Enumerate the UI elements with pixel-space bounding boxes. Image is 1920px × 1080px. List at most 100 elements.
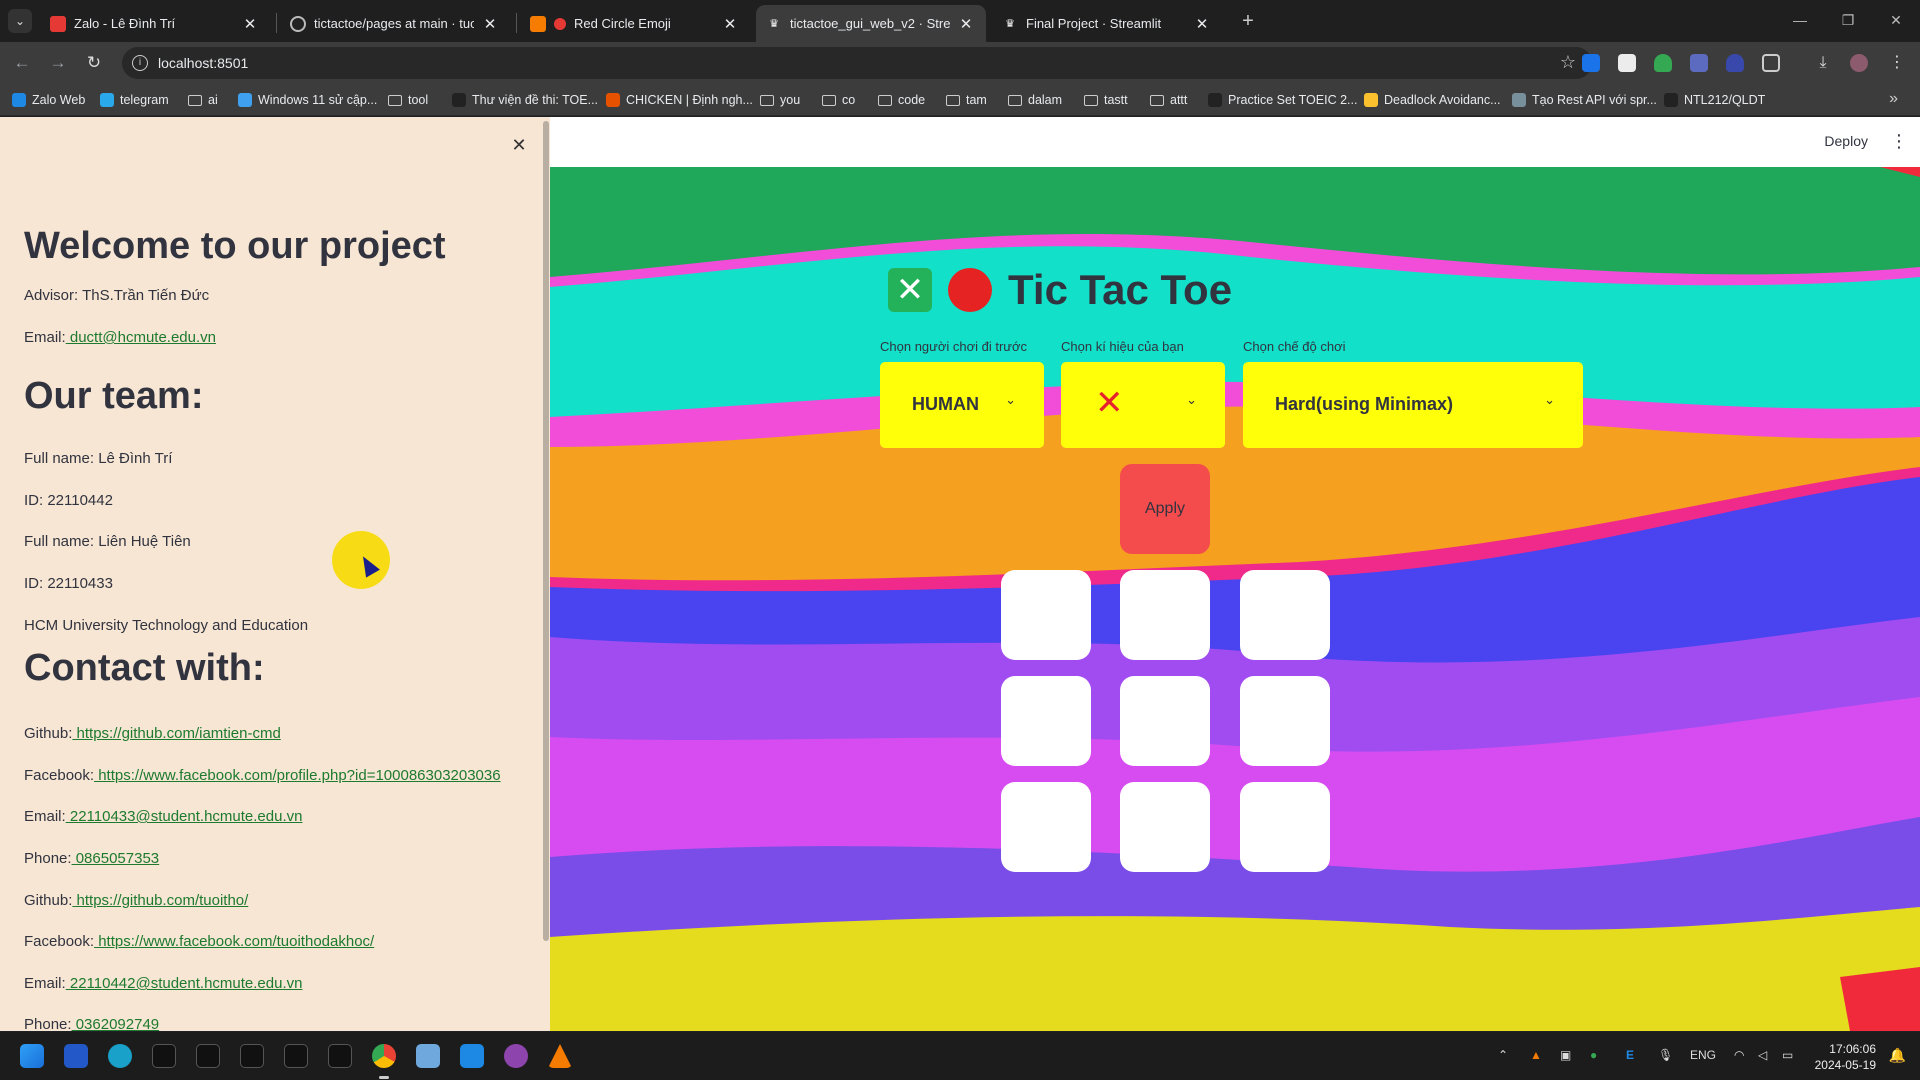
board-cell[interactable]: [1001, 676, 1091, 766]
windows-start-icon[interactable]: [20, 1044, 44, 1068]
bookmark-item[interactable]: code: [878, 90, 925, 110]
board-cell[interactable]: [1240, 782, 1330, 872]
download-icon[interactable]: ⤓: [1814, 54, 1832, 72]
bookmark-star-icon[interactable]: ☆: [1560, 52, 1576, 73]
task-view-icon[interactable]: [64, 1044, 88, 1068]
board-cell[interactable]: [1120, 676, 1210, 766]
bookmark-item[interactable]: you: [760, 90, 800, 110]
board-cell[interactable]: [1240, 676, 1330, 766]
bookmark-item[interactable]: dalam: [1008, 90, 1062, 110]
tiktok-icon[interactable]: [328, 1044, 352, 1068]
language-indicator[interactable]: ENG: [1690, 1048, 1716, 1062]
device-tray-icon[interactable]: ▣: [1560, 1048, 1571, 1062]
advisor-email-link[interactable]: ductt@hcmute.edu.vn: [66, 329, 216, 346]
tiktok-icon[interactable]: [240, 1044, 264, 1068]
contact-link[interactable]: https://github.com/iamtien-cmd: [72, 725, 281, 742]
bookmark-item[interactable]: tastt: [1084, 90, 1128, 110]
symbol-select[interactable]: ✕ ⌄: [1061, 362, 1225, 448]
bookmark-item[interactable]: Deadlock Avoidanc...: [1364, 90, 1501, 110]
deploy-button[interactable]: Deploy: [1824, 133, 1868, 149]
vlc-tray-icon[interactable]: ▲: [1530, 1048, 1542, 1062]
close-tab-icon[interactable]: ✕: [958, 15, 974, 33]
extension-b-icon[interactable]: [1618, 54, 1636, 72]
edge-icon[interactable]: [108, 1044, 132, 1068]
main-menu-icon[interactable]: ⋮: [1890, 129, 1908, 153]
first-player-select[interactable]: HUMAN ⌄: [880, 362, 1044, 448]
close-tab-icon[interactable]: ✕: [242, 15, 258, 33]
photos-icon[interactable]: [416, 1044, 440, 1068]
contact-link[interactable]: 22110442@student.hcmute.edu.vn: [66, 975, 303, 992]
close-tab-icon[interactable]: ✕: [482, 15, 498, 33]
network-app-tray-icon[interactable]: ●: [1590, 1048, 1597, 1062]
forward-icon[interactable]: →: [46, 51, 70, 75]
microphone-icon[interactable]: 🎙: [1658, 1048, 1673, 1062]
contact-link[interactable]: https://www.facebook.com/profile.php?id=…: [94, 767, 500, 784]
profile-avatar[interactable]: [1850, 54, 1868, 72]
bookmark-item[interactable]: Zalo Web: [12, 90, 85, 110]
tab-red-circle-emoji[interactable]: Red Circle Emoji ✕: [520, 5, 750, 42]
tray-overflow-icon[interactable]: ⌃: [1498, 1048, 1508, 1062]
apply-button[interactable]: Apply: [1120, 464, 1210, 554]
close-sidebar-icon[interactable]: ✕: [508, 134, 530, 156]
close-window-icon[interactable]: ✕: [1872, 0, 1920, 42]
minimize-icon[interactable]: —: [1776, 0, 1824, 42]
bookmark-item[interactable]: telegram: [100, 90, 169, 110]
close-tab-icon[interactable]: ✕: [722, 15, 738, 33]
chrome-icon[interactable]: [372, 1044, 396, 1068]
tiktok-icon[interactable]: [284, 1044, 308, 1068]
bookmark-item[interactable]: Windows 11 sử cập...: [238, 90, 377, 110]
bookmark-item[interactable]: Thư viện đề thi: TOE...: [452, 90, 598, 110]
bookmark-item[interactable]: co: [822, 90, 855, 110]
new-tab-icon[interactable]: +: [1234, 8, 1262, 36]
contact-link[interactable]: 0865057353: [72, 850, 159, 867]
board-cell[interactable]: [1120, 782, 1210, 872]
tab-search-icon[interactable]: ⌄: [8, 9, 32, 33]
bookmark-item[interactable]: Tạo Rest API với spr...: [1512, 90, 1657, 110]
reload-icon[interactable]: ↻: [82, 51, 106, 75]
volume-icon[interactable]: ◁: [1758, 1048, 1767, 1062]
board-cell[interactable]: [1001, 782, 1091, 872]
tiktok-icon[interactable]: [196, 1044, 220, 1068]
restore-icon[interactable]: ❐: [1824, 0, 1872, 42]
vlc-icon[interactable]: [548, 1044, 572, 1068]
contact-link[interactable]: 0362092749: [72, 1016, 159, 1031]
site-info-icon[interactable]: i: [132, 55, 148, 71]
bookmark-item[interactable]: tool: [388, 90, 428, 110]
contact-link[interactable]: https://github.com/tuoitho/: [72, 892, 249, 909]
sidebar-scrollbar[interactable]: [543, 121, 549, 941]
battery-icon[interactable]: ▭: [1782, 1048, 1793, 1062]
board-cell[interactable]: [1120, 570, 1210, 660]
vscode-icon[interactable]: [460, 1044, 484, 1068]
notification-bell-icon[interactable]: 🔔: [1889, 1047, 1906, 1064]
translate-extension-icon[interactable]: [1582, 54, 1600, 72]
contact-link[interactable]: https://www.facebook.com/tuoithodakhoc/: [94, 933, 374, 950]
github-desktop-icon[interactable]: [504, 1044, 528, 1068]
more-bookmarks-icon[interactable]: »: [1889, 90, 1898, 108]
mode-select[interactable]: Hard(using Minimax) ⌄: [1243, 362, 1583, 448]
tab-tictactoe-streamlit[interactable]: ♛ tictactoe_gui_web_v2 · Streamlit ✕: [756, 5, 986, 42]
tab-final-project[interactable]: ♛ Final Project · Streamlit ✕: [992, 5, 1222, 42]
close-tab-icon[interactable]: ✕: [1194, 15, 1210, 33]
tab-zalo[interactable]: Zalo - Lê Đình Trí ✕: [40, 5, 270, 42]
back-icon[interactable]: ←: [10, 51, 34, 75]
address-bar[interactable]: i localhost:8501 ☆: [122, 47, 1592, 79]
bookmark-item[interactable]: attt: [1150, 90, 1187, 110]
contact-link[interactable]: 22110433@student.hcmute.edu.vn: [66, 808, 303, 825]
chrome-menu-icon[interactable]: ⋮: [1888, 54, 1906, 72]
board-cell[interactable]: [1001, 570, 1091, 660]
vpn-extension-icon[interactable]: [1726, 54, 1744, 72]
clock[interactable]: 17:06:06 2024-05-19: [1815, 1041, 1876, 1073]
bookmark-item[interactable]: NTL212/QLDT: [1664, 90, 1765, 110]
bookmark-item[interactable]: ai: [188, 90, 218, 110]
extensions-puzzle-icon[interactable]: [1762, 54, 1780, 72]
url-text[interactable]: localhost:8501: [158, 55, 248, 71]
extension-icon[interactable]: [1690, 54, 1708, 72]
bookmark-item[interactable]: tam: [946, 90, 987, 110]
shield-extension-icon[interactable]: [1654, 54, 1672, 72]
tiktok-icon[interactable]: [152, 1044, 176, 1068]
bookmark-item[interactable]: Practice Set TOEIC 2...: [1208, 90, 1357, 110]
e-tray-icon[interactable]: E: [1626, 1048, 1634, 1062]
wifi-icon[interactable]: ◠: [1734, 1048, 1744, 1062]
tab-github[interactable]: tictactoe/pages at main · tuoith ✕: [280, 5, 510, 42]
bookmark-item[interactable]: CHICKEN | Định ngh...: [606, 90, 753, 110]
